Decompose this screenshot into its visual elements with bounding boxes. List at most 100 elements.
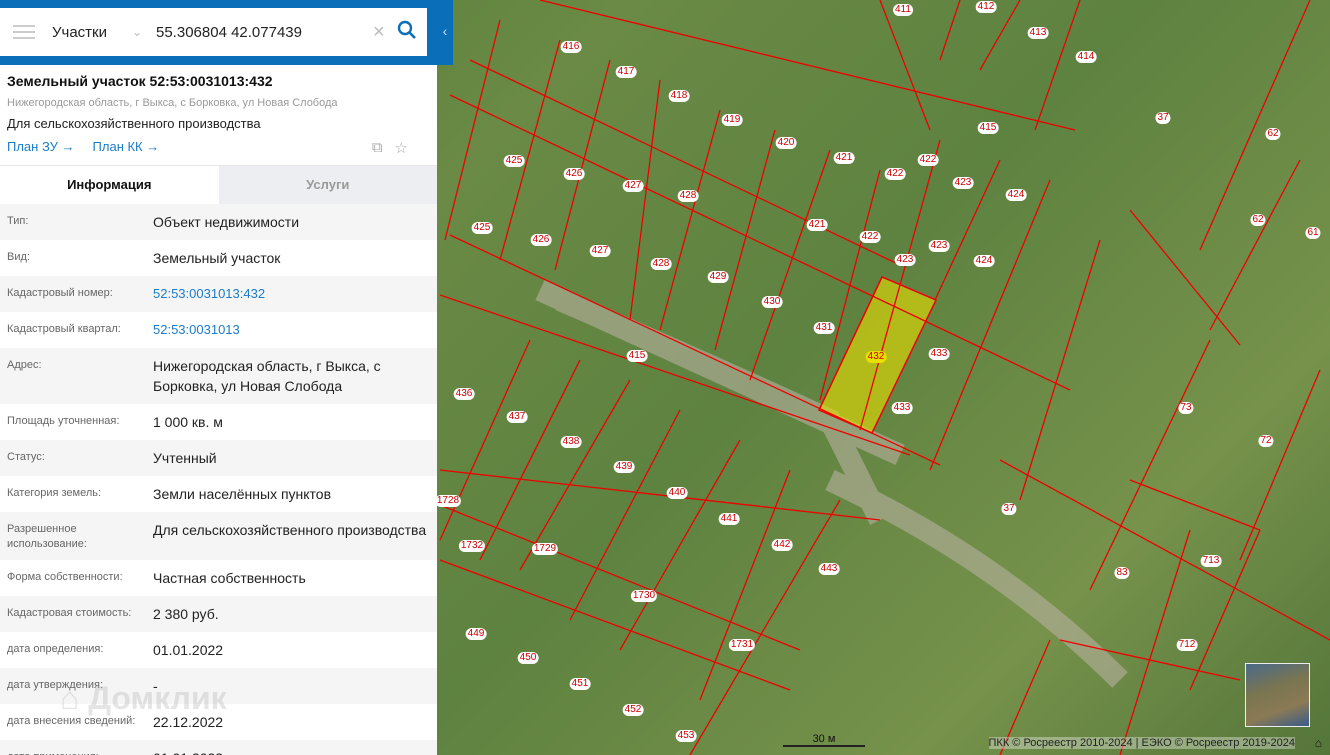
parcel-label[interactable]: 1729 [531,543,559,555]
parcel-label[interactable]: 419 [721,114,743,126]
parcel-label[interactable]: 418 [668,90,690,102]
parcel-label[interactable]: 61 [1305,227,1321,239]
parcel-label[interactable]: 422 [859,231,881,243]
parcel-label[interactable]: 421 [806,219,828,231]
info-key: Вид: [7,251,30,263]
parcel-label[interactable]: 440 [666,487,688,499]
parcel-label[interactable]: 416 [560,41,582,53]
parcel-label[interactable]: 424 [973,255,995,267]
parcel-label[interactable]: 423 [952,177,974,189]
info-value[interactable]: 52:53:0031013 [153,320,430,340]
category-select[interactable]: Участки [52,24,132,41]
parcel-label[interactable]: 73 [1178,402,1194,414]
parcel-label[interactable]: 413 [1027,27,1049,39]
parcel-label[interactable]: 420 [775,137,797,149]
parcel-label[interactable]: 441 [718,513,740,525]
parcel-label[interactable]: 417 [615,66,637,78]
parcel-label[interactable]: 37 [1155,112,1171,124]
boundary-line [714,129,776,351]
info-row: Разрешенное использование: Для сельскохоз… [0,512,437,560]
parcel-label[interactable]: 449 [465,628,487,640]
star-icon[interactable]: ☆ [395,139,408,157]
parcel-label[interactable]: 712 [1176,639,1198,651]
parcel-label[interactable]: 442 [771,539,793,551]
parcel-label[interactable]: 433 [891,402,913,414]
search-icon[interactable] [397,20,427,45]
boundary-line [629,79,661,321]
parcel-label[interactable]: 453 [675,730,697,742]
boundary-line [539,0,1076,131]
parcel-label[interactable]: 62 [1265,128,1281,140]
chevron-down-icon[interactable]: ⌄ [132,25,156,39]
parcel-label[interactable]: 431 [813,322,835,334]
parcel-label[interactable]: 425 [471,222,493,234]
info-value[interactable]: 52:53:0031013:432 [153,284,430,304]
parcel-label[interactable]: 1731 [728,639,756,651]
parcel-label[interactable]: 428 [650,258,672,270]
boundary-line [439,504,801,651]
parcel-label[interactable]: 83 [1114,567,1130,579]
parcel-label[interactable]: 427 [622,180,644,192]
boundary-line [1239,369,1321,561]
parcel-label[interactable]: 426 [530,234,552,246]
parcel-label[interactable]: 423 [894,254,916,266]
boundary-line [859,139,941,431]
parcel-label[interactable]: 439 [613,461,635,473]
parcel-label[interactable]: 422 [884,168,906,180]
boundary-line [879,0,931,131]
parcel-label[interactable]: 72 [1258,435,1274,447]
clear-icon[interactable]: × [373,21,397,44]
parcel-label[interactable]: 1732 [458,540,486,552]
info-key: Разрешенное использование: [7,523,87,550]
tab-info[interactable]: Информация [0,166,219,204]
parcel-label[interactable]: 62 [1250,214,1266,226]
home-icon[interactable]: ⌂ [1315,736,1322,750]
info-table: Тип: Объект недвижимости Вид: Земельный уча… [0,204,437,755]
parcel-label[interactable]: 437 [506,411,528,423]
parcel-label[interactable]: 1730 [630,590,658,602]
parcel-label[interactable]: 438 [560,436,582,448]
parcel-label[interactable]: 427 [589,245,611,257]
parcel-label[interactable]: 422 [917,154,939,166]
boundary-line [939,0,961,61]
plan-kk-link[interactable]: План КК → [93,139,160,159]
parcel-label[interactable]: 429 [707,271,729,283]
boundary-line [1199,0,1311,251]
parcel-label[interactable]: 450 [517,652,539,664]
parcel-label[interactable]: 37 [1001,503,1017,515]
parcel-label[interactable]: 424 [1005,189,1027,201]
parcel-label[interactable]: 425 [503,155,525,167]
search-bar: Участки ⌄ 55.306804 42.077439 × [0,8,427,56]
plan-zu-link[interactable]: План ЗУ → [7,139,75,159]
zoom-to-icon[interactable]: ⧉ [372,139,383,157]
boundary-line [519,379,631,571]
parcel-label[interactable]: 415 [977,122,999,134]
parcel-label[interactable]: 412 [975,1,997,13]
info-value: 1 000 кв. м [153,414,223,430]
parcel-label[interactable]: 432 [865,351,887,363]
collapse-panel-button[interactable]: ‹ [437,0,453,65]
parcel-label[interactable]: 1728 [434,495,462,507]
boundary-line [439,339,531,541]
parcel-label[interactable]: 428 [677,190,699,202]
parcel-label[interactable]: 713 [1200,555,1222,567]
parcel-label[interactable]: 426 [563,168,585,180]
parcel-label[interactable]: 433 [928,348,950,360]
parcel-label[interactable]: 421 [833,152,855,164]
tab-services[interactable]: Услуги [218,166,437,204]
search-input[interactable]: 55.306804 42.077439 [156,24,373,41]
parcel-label[interactable]: 436 [453,388,475,400]
parcel-label[interactable]: 411 [893,4,913,16]
info-value: Земли населённых пунктов [153,486,332,502]
layer-switcher-thumbnail[interactable] [1245,663,1310,727]
parcel-label[interactable]: 414 [1075,51,1097,63]
boundary-line [929,179,1051,471]
parcel-label[interactable]: 451 [569,678,591,690]
parcel-label[interactable]: 415 [626,350,648,362]
parcel-label[interactable]: 443 [818,563,840,575]
boundary-line [1129,479,1261,531]
menu-icon[interactable] [13,25,35,39]
parcel-label[interactable]: 452 [622,704,644,716]
parcel-label[interactable]: 423 [928,240,950,252]
parcel-label[interactable]: 430 [761,296,783,308]
